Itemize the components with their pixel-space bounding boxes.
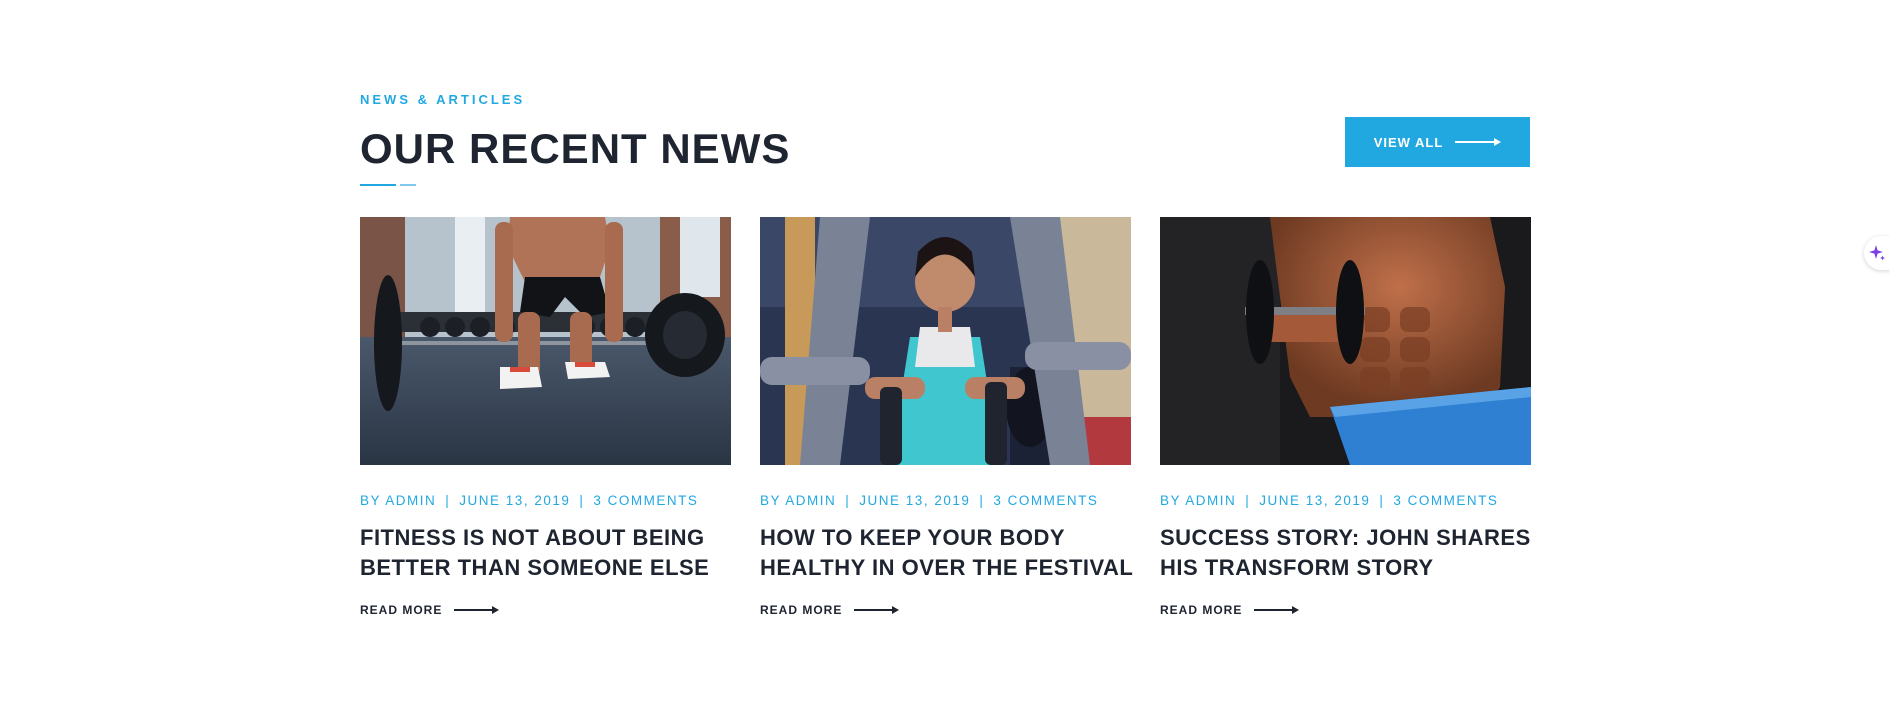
post-comments-link[interactable]: 3 COMMENTS — [993, 493, 1098, 508]
view-all-label: VIEW ALL — [1373, 134, 1444, 150]
read-more-link[interactable]: READ MORE — [760, 603, 900, 617]
post-title[interactable]: FITNESS IS NOT ABOUT BEING BETTER THAN S… — [360, 523, 735, 583]
post-image-dumbbell[interactable] — [1160, 217, 1531, 465]
section-heading: OUR RECENT NEWS — [360, 125, 791, 172]
post-date-link[interactable]: JUNE 13, 2019 — [1259, 493, 1370, 508]
post-comments-link[interactable]: 3 COMMENTS — [593, 493, 698, 508]
recent-news-section: NEWS & ARTICLES OUR RECENT NEWS VIEW ALL — [360, 0, 1531, 716]
view-all-button[interactable]: VIEW ALL — [1345, 117, 1530, 167]
read-more-label: READ MORE — [760, 603, 843, 617]
post-title[interactable]: SUCCESS STORY: JOHN SHARES HIS TRANSFORM… — [1160, 523, 1535, 583]
heading-underline — [360, 184, 416, 187]
post-date-link[interactable]: JUNE 13, 2019 — [459, 493, 570, 508]
section-eyebrow: NEWS & ARTICLES — [360, 92, 526, 107]
post-image-deadlift[interactable] — [360, 217, 731, 465]
news-card: BY ADMIN | JUNE 13, 2019 | 3 COMMENTS FITNES… — [360, 217, 731, 617]
post-meta: BY ADMIN | JUNE 13, 2019 | 3 COMMENTS — [1160, 493, 1499, 508]
arrow-right-icon — [854, 605, 900, 615]
post-comments-link[interactable]: 3 COMMENTS — [1393, 493, 1498, 508]
post-meta: BY ADMIN | JUNE 13, 2019 | 3 COMMENTS — [760, 493, 1099, 508]
post-meta: BY ADMIN | JUNE 13, 2019 | 3 COMMENTS — [360, 493, 699, 508]
news-card: BY ADMIN | JUNE 13, 2019 | 3 COMMENTS HOW TO… — [760, 217, 1133, 617]
read-more-link[interactable]: READ MORE — [360, 603, 500, 617]
news-card: BY ADMIN | JUNE 13, 2019 | 3 COMMENTS SUCCES… — [1160, 217, 1531, 617]
read-more-label: READ MORE — [1160, 603, 1243, 617]
post-author-link[interactable]: BY ADMIN — [1160, 493, 1236, 508]
read-more-link[interactable]: READ MORE — [1160, 603, 1300, 617]
arrow-right-icon — [1254, 605, 1300, 615]
arrow-right-icon — [1455, 137, 1502, 147]
post-author-link[interactable]: BY ADMIN — [760, 493, 836, 508]
assistant-launcher-button[interactable] — [1864, 236, 1890, 270]
arrow-right-icon — [454, 605, 500, 615]
read-more-label: READ MORE — [360, 603, 443, 617]
post-author-link[interactable]: BY ADMIN — [360, 493, 436, 508]
post-title[interactable]: HOW TO KEEP YOUR BODY HEALTHY IN OVER TH… — [760, 523, 1135, 583]
post-date-link[interactable]: JUNE 13, 2019 — [859, 493, 970, 508]
post-image-chest-press[interactable] — [760, 217, 1131, 465]
sparkle-icon — [1869, 245, 1885, 261]
